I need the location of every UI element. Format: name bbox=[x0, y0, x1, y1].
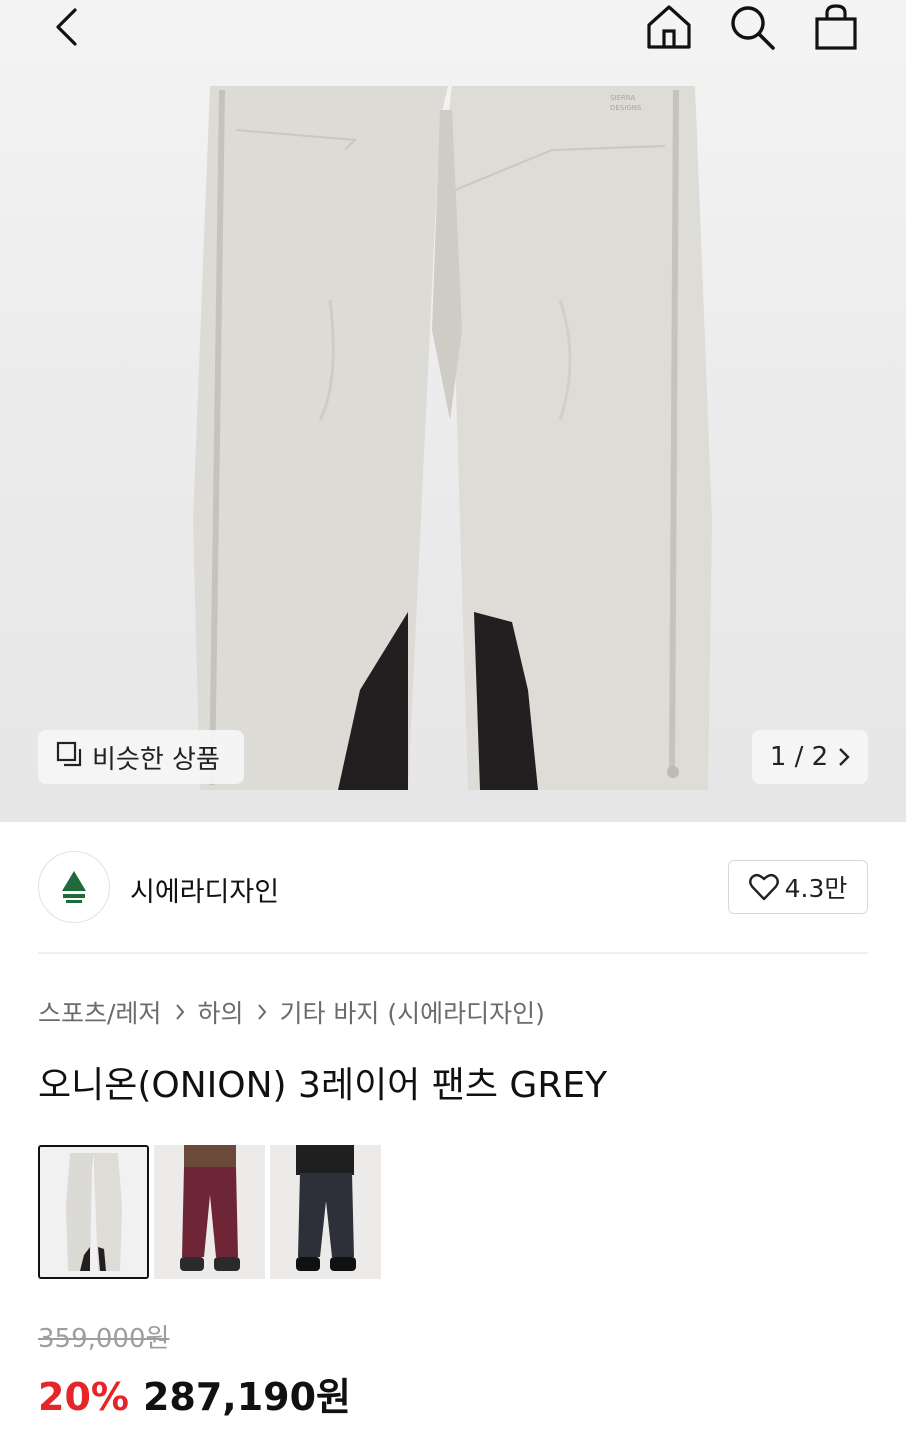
svg-text:DESIGNS: DESIGNS bbox=[610, 104, 642, 112]
like-count: 4.3만 bbox=[784, 874, 848, 903]
product-image: SIERRA DESIGNS bbox=[193, 86, 712, 790]
thumbnail-burgundy-pants[interactable] bbox=[154, 1145, 265, 1279]
like-button[interactable]: 4.3만 bbox=[728, 860, 868, 914]
product-title: 오니온(ONION) 3레이어 팬츠 GREY bbox=[38, 1065, 608, 1106]
similar-products-icon bbox=[56, 741, 82, 774]
search-icon bbox=[731, 6, 775, 50]
product-image-carousel[interactable]: SIERRA DESIGNS 비슷한 상품 1 / 2 bbox=[0, 0, 906, 822]
svg-text:SIERRA: SIERRA bbox=[610, 94, 635, 102]
price-row: 20% 287,190원 bbox=[38, 1366, 351, 1421]
thumbnail-black-pants[interactable] bbox=[270, 1145, 381, 1279]
chevron-right-icon bbox=[838, 747, 850, 767]
seller-logo-image bbox=[62, 871, 86, 903]
cart-button[interactable] bbox=[810, 4, 862, 50]
thumbnail-list bbox=[38, 1145, 386, 1279]
original-price: 359,000원 bbox=[38, 1324, 170, 1354]
home-icon bbox=[647, 5, 691, 49]
image-pager[interactable]: 1 / 2 bbox=[752, 730, 868, 784]
chevron-right-icon bbox=[257, 1003, 267, 1021]
search-button[interactable] bbox=[726, 4, 778, 50]
home-button[interactable] bbox=[643, 4, 695, 50]
thumbnail-grey-pants[interactable] bbox=[38, 1145, 149, 1279]
top-navigation bbox=[0, 0, 906, 62]
breadcrumb: 스포츠/레저 하의 기타 바지 (시에라디자인) bbox=[38, 994, 545, 1030]
thumbnail-image bbox=[40, 1147, 147, 1277]
chevron-right-icon bbox=[175, 1003, 185, 1021]
seller-name[interactable]: 시에라디자인 bbox=[130, 870, 279, 909]
thumbnail-image bbox=[154, 1145, 265, 1279]
back-button[interactable] bbox=[40, 4, 92, 50]
shopping-bag-icon bbox=[815, 4, 857, 50]
seller-row[interactable]: 시에라디자인 4.3만 bbox=[38, 850, 868, 924]
divider bbox=[38, 952, 868, 954]
breadcrumb-item[interactable]: 기타 바지 (시에라디자인) bbox=[279, 994, 544, 1030]
similar-products-label: 비슷한 상품 bbox=[92, 744, 220, 775]
seller-logo[interactable] bbox=[38, 851, 110, 923]
chevron-left-icon bbox=[56, 8, 77, 46]
discount-rate: 20% bbox=[38, 1375, 129, 1419]
heart-icon bbox=[748, 873, 779, 901]
thumbnail-image bbox=[270, 1145, 381, 1279]
sale-price: 287,190원 bbox=[142, 1375, 352, 1419]
breadcrumb-item[interactable]: 하의 bbox=[197, 994, 243, 1030]
breadcrumb-item[interactable]: 스포츠/레저 bbox=[38, 994, 161, 1030]
pager-label: 1 / 2 bbox=[769, 742, 829, 772]
similar-products-button[interactable]: 비슷한 상품 bbox=[38, 730, 244, 784]
